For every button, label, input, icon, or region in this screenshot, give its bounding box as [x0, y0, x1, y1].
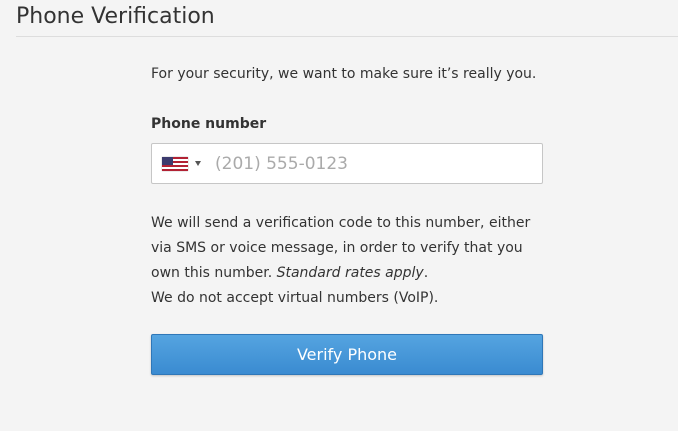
phone-verification-page: Phone Verification For your security, we…	[0, 0, 678, 431]
rates-period: .	[423, 265, 429, 281]
intro-text: For your security, we want to make sure …	[151, 66, 537, 82]
us-flag-icon	[162, 156, 188, 171]
caret-down-icon	[195, 161, 201, 166]
voip-notice: We do not accept virtual numbers (VoIP).	[151, 290, 439, 306]
country-code-dropdown[interactable]	[152, 144, 207, 183]
title-divider	[16, 36, 678, 37]
page-title: Phone Verification	[16, 4, 215, 29]
phone-number-input[interactable]	[207, 144, 542, 183]
verification-description: We will send a verification code to this…	[151, 211, 551, 286]
standard-rates-text: Standard rates apply	[276, 265, 424, 281]
phone-number-label: Phone number	[151, 116, 267, 132]
verification-info: We will send a verification code to this…	[151, 211, 551, 311]
verify-phone-button[interactable]: Verify Phone	[151, 334, 543, 375]
phone-number-field	[151, 143, 543, 184]
